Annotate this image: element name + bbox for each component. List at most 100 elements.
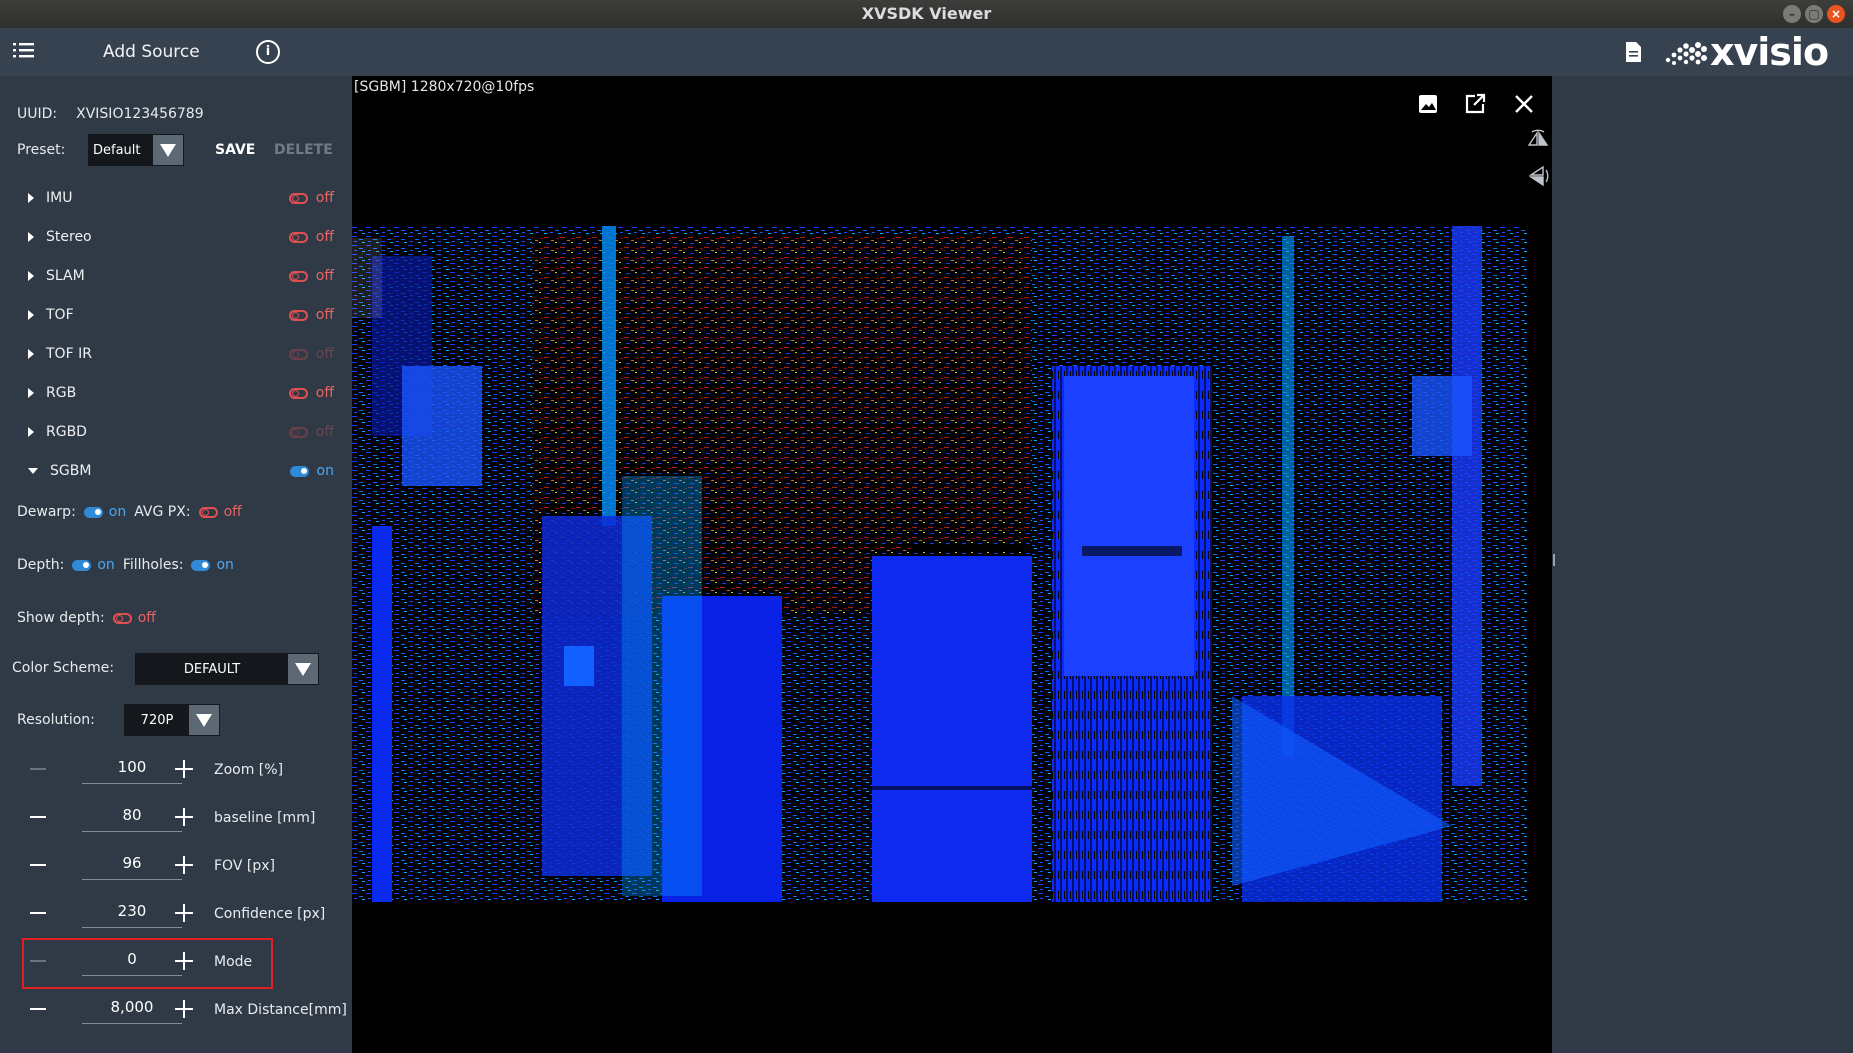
increment-button[interactable] xyxy=(175,808,193,826)
highlight-box xyxy=(22,938,273,989)
fov-label: FOV [px] xyxy=(214,858,275,874)
caret-right-icon xyxy=(28,232,34,242)
right-panel xyxy=(1552,76,1853,1053)
delete-button[interactable]: DELETE xyxy=(274,142,333,158)
logo-mark-icon xyxy=(1665,42,1707,65)
toggle-icon xyxy=(83,506,103,518)
close-window-button[interactable]: × xyxy=(1827,5,1845,23)
decrement-button[interactable] xyxy=(30,816,46,818)
section-tof-ir[interactable]: TOF IR off xyxy=(28,342,338,366)
show-depth-toggle[interactable]: off xyxy=(112,610,156,626)
section-label: SLAM xyxy=(46,268,85,284)
add-source-button[interactable]: Add Source xyxy=(103,42,200,62)
app-toolbar: Add Source i xvisio xyxy=(0,28,1853,76)
section-tof[interactable]: TOF off xyxy=(28,303,338,327)
document-icon[interactable] xyxy=(1625,41,1642,63)
splitter-handle[interactable] xyxy=(1553,554,1555,566)
zoom-field[interactable]: 100 xyxy=(82,754,182,784)
confidence-field[interactable]: 230 xyxy=(82,898,182,928)
resolution-label: Resolution: xyxy=(17,712,95,728)
fillholes-toggle[interactable]: on xyxy=(191,557,234,573)
slam-toggle[interactable]: off xyxy=(288,268,334,284)
show-depth-label: Show depth: xyxy=(17,610,105,626)
window-title: XVSDK Viewer xyxy=(861,4,992,23)
decrement-button[interactable] xyxy=(30,768,46,770)
toggle-state: on xyxy=(316,463,334,479)
preset-select[interactable]: Default xyxy=(88,134,184,166)
rgb-toggle[interactable]: off xyxy=(288,385,334,401)
sgbm-toggle[interactable]: on xyxy=(289,463,334,479)
uuid-value: XVISIO123456789 xyxy=(76,106,204,122)
decrement-button[interactable] xyxy=(30,1008,46,1010)
xvisio-logo: xvisio xyxy=(1662,33,1829,71)
toggle-state: off xyxy=(315,307,334,323)
baseline-stepper: 80 baseline [mm] xyxy=(22,798,342,838)
section-rgb[interactable]: RGB off xyxy=(28,381,338,405)
maximize-button[interactable]: ▢ xyxy=(1805,5,1823,23)
section-slam[interactable]: SLAM off xyxy=(28,264,338,288)
toggle-state: off xyxy=(223,504,242,520)
increment-button[interactable] xyxy=(175,904,193,922)
section-imu[interactable]: IMU off xyxy=(28,186,338,210)
toggle-state: off xyxy=(315,385,334,401)
toggle-state: on xyxy=(108,504,127,520)
color-scheme-select[interactable]: DEFAULT xyxy=(135,653,319,685)
zoom-stepper: 100 Zoom [%] xyxy=(22,750,342,790)
resolution-select[interactable]: 720P xyxy=(124,704,220,736)
toggle-icon xyxy=(288,270,308,282)
section-sgbm[interactable]: SGBM on xyxy=(28,459,338,483)
avgpx-toggle[interactable]: off xyxy=(198,504,242,520)
tof-toggle[interactable]: off xyxy=(288,307,334,323)
caret-right-icon xyxy=(28,349,34,359)
close-icon[interactable] xyxy=(1512,92,1536,116)
window-titlebar: XVSDK Viewer – ▢ × xyxy=(0,0,1853,28)
section-label: Stereo xyxy=(46,229,92,245)
caret-right-icon xyxy=(28,427,34,437)
toggle-state: off xyxy=(315,229,334,245)
info-icon[interactable]: i xyxy=(256,40,280,64)
section-label: TOF xyxy=(46,307,74,323)
toggle-icon xyxy=(288,387,308,399)
toggle-icon xyxy=(288,192,308,204)
decrement-button[interactable] xyxy=(30,912,46,914)
max-distance-stepper: 8,000 Max Distance[mm] xyxy=(22,990,347,1030)
increment-button[interactable] xyxy=(175,856,193,874)
chevron-down-icon xyxy=(153,135,183,165)
list-icon[interactable] xyxy=(12,40,38,64)
toggle-icon xyxy=(198,506,218,518)
toggle-icon xyxy=(288,309,308,321)
depth-label: Depth: xyxy=(17,557,65,573)
increment-button[interactable] xyxy=(175,760,193,778)
open-external-icon[interactable] xyxy=(1463,92,1487,116)
caret-right-icon xyxy=(28,388,34,398)
decrement-button[interactable] xyxy=(30,864,46,866)
rgbd-toggle[interactable]: off xyxy=(288,424,334,440)
depth-toggle[interactable]: on xyxy=(72,557,115,573)
toggle-icon xyxy=(288,426,308,438)
save-button[interactable]: SAVE xyxy=(215,142,255,158)
depth-image xyxy=(352,226,1528,902)
toggle-state: off xyxy=(315,346,334,362)
flip-horizontal-icon[interactable] xyxy=(1526,128,1550,152)
preset-value: Default xyxy=(93,142,141,158)
zoom-label: Zoom [%] xyxy=(214,762,284,778)
avgpx-label: AVG PX: xyxy=(134,504,191,520)
chevron-down-icon xyxy=(288,654,318,684)
fov-field[interactable]: 96 xyxy=(82,850,182,880)
stereo-toggle[interactable]: off xyxy=(288,229,334,245)
section-rgbd[interactable]: RGBD off xyxy=(28,420,338,444)
minimize-button[interactable]: – xyxy=(1783,5,1801,23)
flip-vertical-icon[interactable] xyxy=(1526,164,1550,188)
dewarp-label: Dewarp: xyxy=(17,504,76,520)
baseline-field[interactable]: 80 xyxy=(82,802,182,832)
toggle-state: off xyxy=(315,190,334,206)
imu-toggle[interactable]: off xyxy=(288,190,334,206)
dewarp-toggle[interactable]: on xyxy=(83,504,127,520)
increment-button[interactable] xyxy=(175,1000,193,1018)
tof-ir-toggle[interactable]: off xyxy=(288,346,334,362)
image-icon[interactable] xyxy=(1416,92,1440,116)
max-distance-field[interactable]: 8,000 xyxy=(82,994,182,1024)
section-stereo[interactable]: Stereo off xyxy=(28,225,338,249)
fov-stepper: 96 FOV [px] xyxy=(22,846,342,886)
control-panel: UUID: XVISIO123456789 Preset: Default SA… xyxy=(0,76,352,1053)
